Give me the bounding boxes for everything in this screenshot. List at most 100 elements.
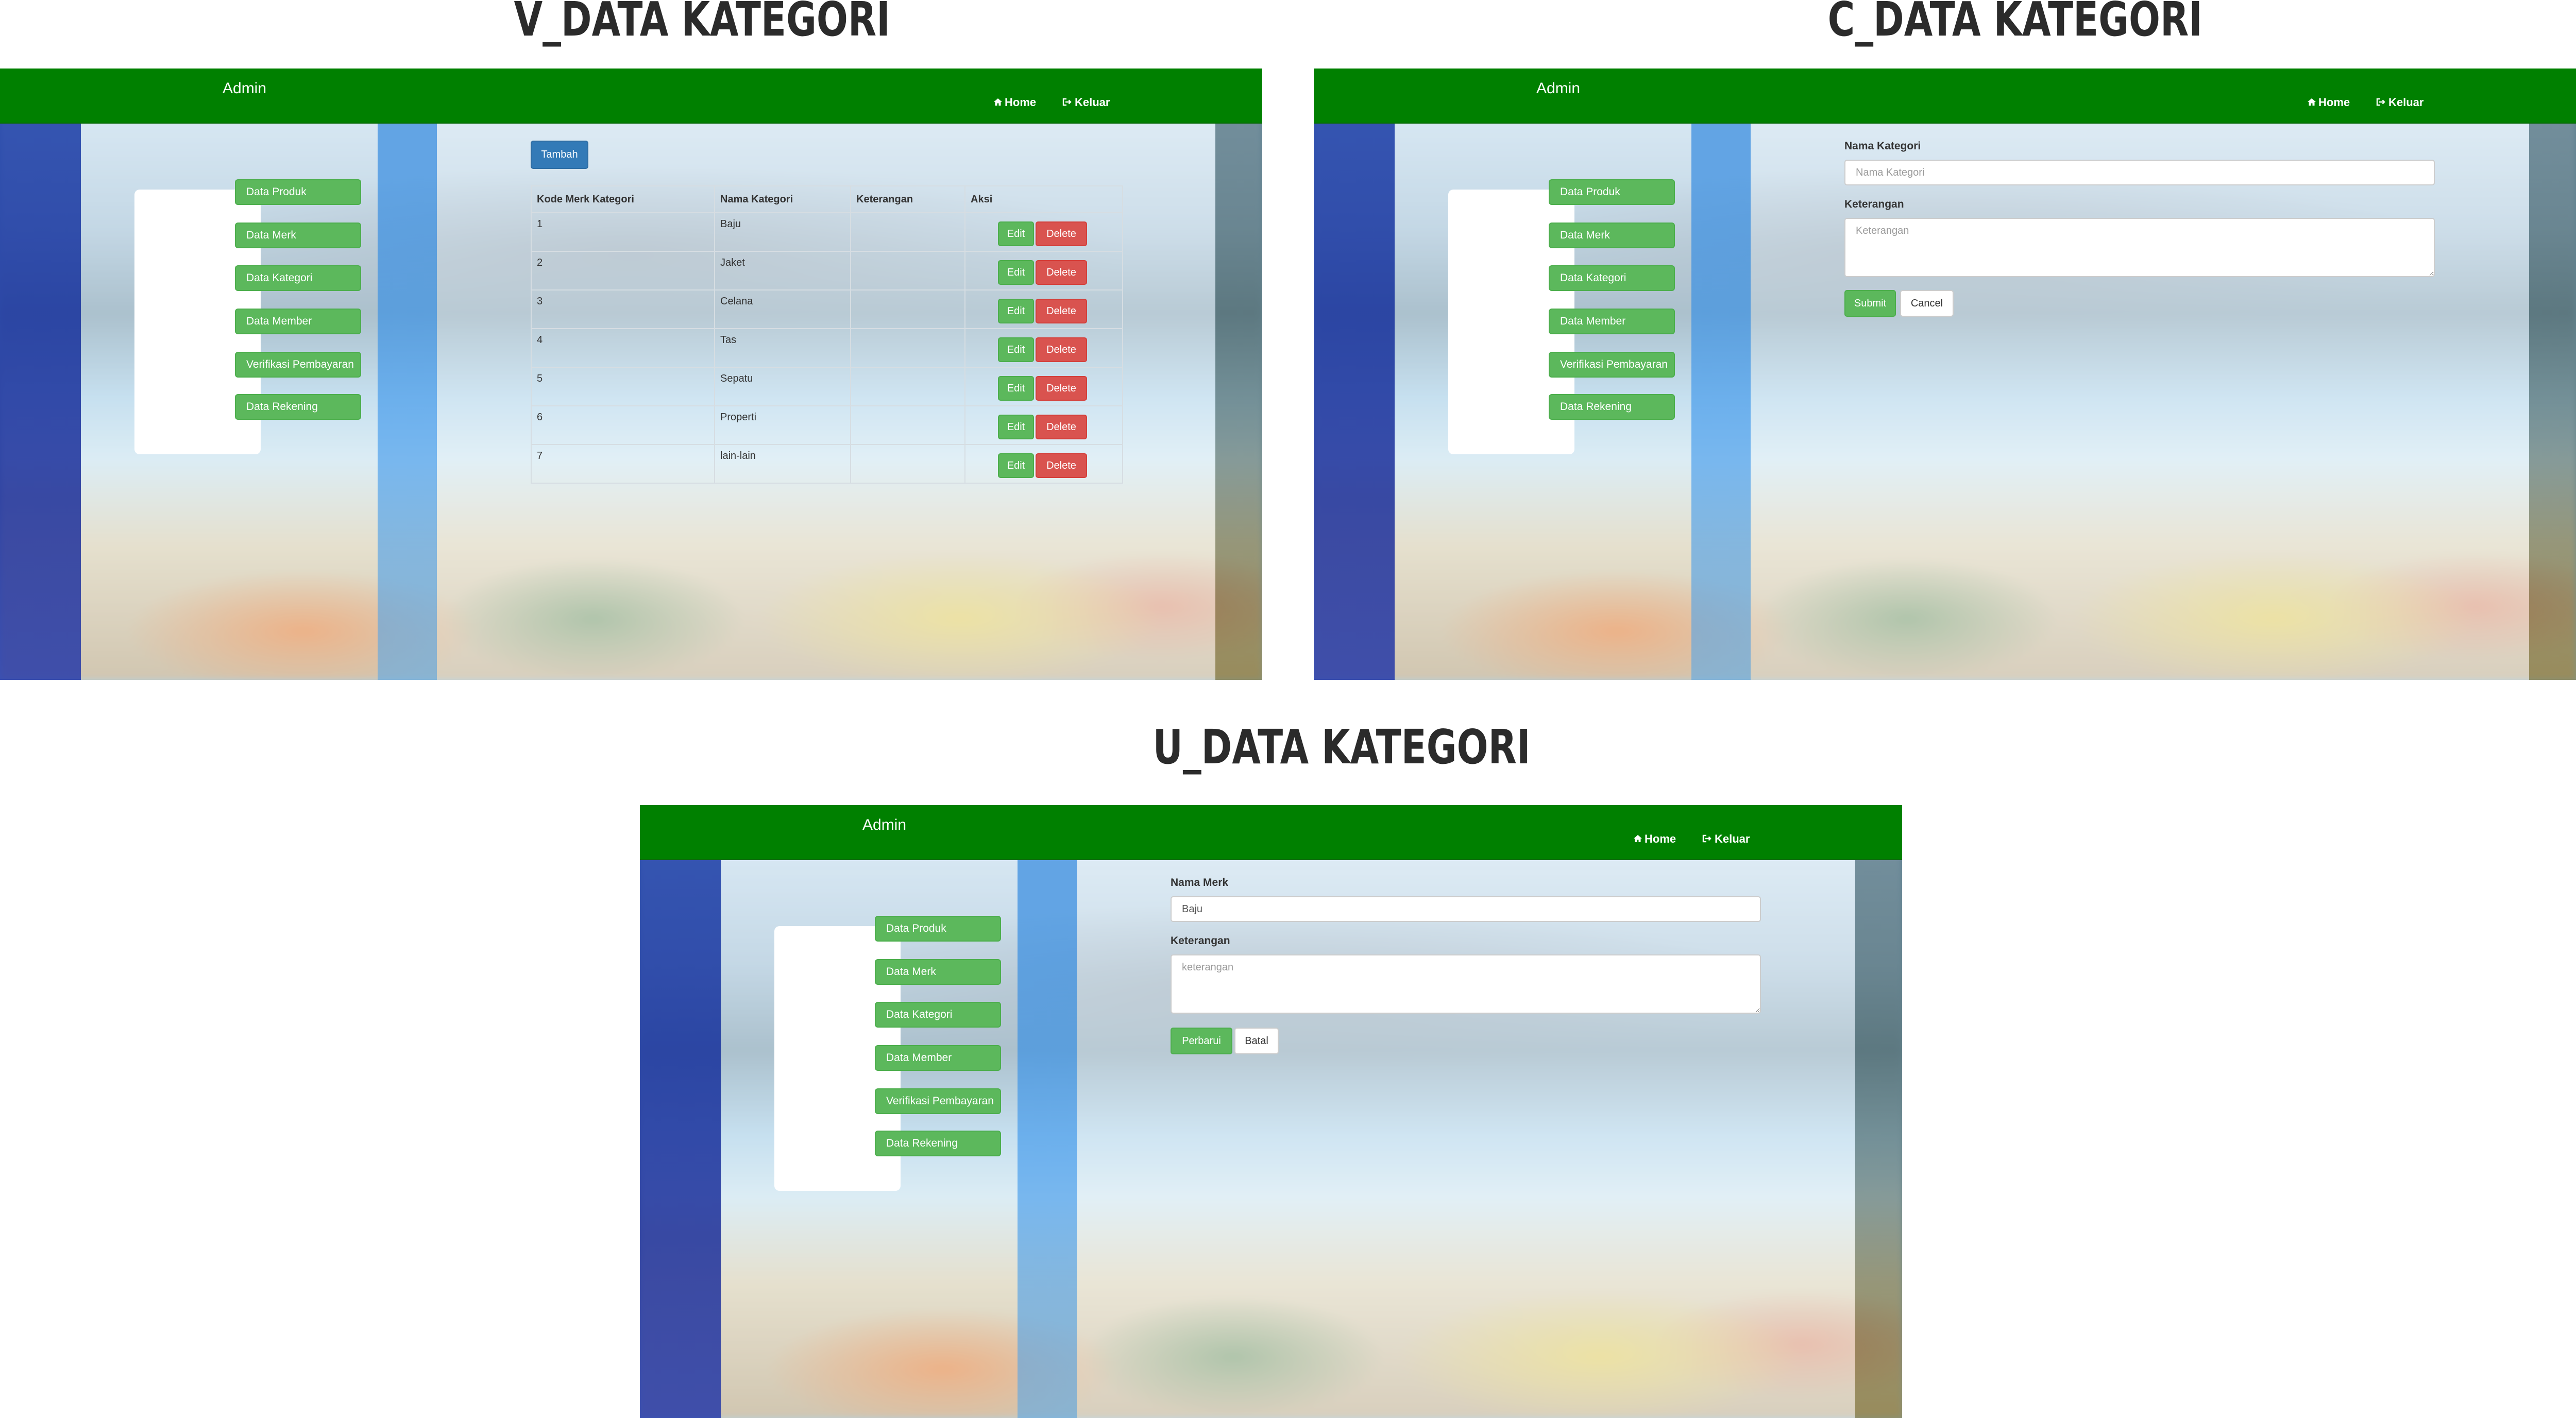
navbar-brand[interactable]: Admin <box>223 80 266 97</box>
cell-nama: lain-lain <box>714 444 851 484</box>
column-header-aksi: Aksi <box>964 185 1123 213</box>
delete-button[interactable]: Delete <box>1036 260 1087 285</box>
cell-nama: Baju <box>714 212 851 252</box>
home-icon <box>993 96 1003 109</box>
sidebar-item-verifikasi-pembayaran[interactable]: Verifikasi Pembayaran <box>235 352 361 378</box>
cell-nama: Sepatu <box>714 367 851 406</box>
cancel-button[interactable]: Cancel <box>1900 290 1954 317</box>
add-category-button[interactable]: Tambah <box>531 141 588 169</box>
delete-button[interactable]: Delete <box>1036 337 1087 362</box>
delete-button[interactable]: Delete <box>1036 376 1087 401</box>
table-row: 1 Baju Edit Delete <box>531 212 1123 252</box>
category-table: Kode Merk Kategori Nama Kategori Keteran… <box>531 185 1123 484</box>
cell-nama: Jaket <box>714 251 851 291</box>
nav-home-link[interactable]: Home <box>993 96 1036 109</box>
column-header-nama: Nama Kategori <box>714 185 851 213</box>
update-button[interactable]: Perbarui <box>1171 1028 1232 1054</box>
keterangan-label: Keterangan <box>1844 198 1904 210</box>
cell-keterangan <box>850 289 965 329</box>
cell-aksi: Edit Delete <box>964 405 1123 445</box>
table-row: 5 Sepatu Edit Delete <box>531 367 1123 406</box>
delete-button[interactable]: Delete <box>1036 453 1087 478</box>
sidebar-item-data-member[interactable]: Data Member <box>1549 309 1675 334</box>
nama-kategori-input[interactable] <box>1844 160 2435 185</box>
sidebar-item-data-member[interactable]: Data Member <box>875 1045 1001 1071</box>
edit-button[interactable]: Edit <box>998 260 1034 285</box>
keterangan-textarea[interactable] <box>1171 954 1761 1014</box>
sidebar-item-data-kategori[interactable]: Data Kategori <box>235 265 361 291</box>
cell-keterangan <box>850 444 965 484</box>
table-header-row: Kode Merk Kategori Nama Kategori Keteran… <box>531 185 1123 213</box>
sidebar-item-data-produk[interactable]: Data Produk <box>1549 179 1675 205</box>
sidebar-item-data-member[interactable]: Data Member <box>235 309 361 334</box>
edit-button[interactable]: Edit <box>998 221 1034 246</box>
home-icon <box>1633 832 1642 846</box>
delete-button[interactable]: Delete <box>1036 415 1087 439</box>
cell-nama: Properti <box>714 405 851 445</box>
cell-nama: Celana <box>714 289 851 329</box>
sidebar-item-data-merk[interactable]: Data Merk <box>235 223 361 248</box>
cell-kode: 4 <box>531 328 715 368</box>
delete-button[interactable]: Delete <box>1036 299 1087 323</box>
keterangan-label: Keterangan <box>1171 935 1230 947</box>
cell-keterangan <box>850 367 965 406</box>
table-row: 2 Jaket Edit Delete <box>531 251 1123 291</box>
sidebar-item-data-merk[interactable]: Data Merk <box>875 959 1001 985</box>
sidebar-item-data-produk[interactable]: Data Produk <box>875 916 1001 942</box>
sidebar-item-data-kategori[interactable]: Data Kategori <box>875 1002 1001 1028</box>
cell-kode: 5 <box>531 367 715 406</box>
navbar: Admin Home Keluar <box>640 805 1902 860</box>
navbar-brand[interactable]: Admin <box>1536 80 1580 97</box>
cell-aksi: Edit Delete <box>964 367 1123 406</box>
cell-aksi: Edit Delete <box>964 444 1123 484</box>
delete-button[interactable]: Delete <box>1036 221 1087 246</box>
cell-keterangan <box>850 251 965 291</box>
screenshot-update-kategori: Admin Home Keluar Data Produk Data Merk … <box>640 805 1902 1418</box>
column-header-keterangan: Keterangan <box>850 185 965 213</box>
edit-button[interactable]: Edit <box>998 376 1034 401</box>
home-icon <box>2307 96 2316 109</box>
table-row: 6 Properti Edit Delete <box>531 405 1123 445</box>
sidebar-item-data-rekening[interactable]: Data Rekening <box>1549 394 1675 420</box>
sidebar-item-data-produk[interactable]: Data Produk <box>235 179 361 205</box>
cell-kode: 1 <box>531 212 715 252</box>
batal-button[interactable]: Batal <box>1234 1028 1279 1054</box>
nav-logout-link[interactable]: Keluar <box>1062 96 1110 109</box>
title-v-data-kategori: V_DATA KATEGORI <box>514 0 890 47</box>
nama-merk-label: Nama Merk <box>1171 877 1229 889</box>
nama-kategori-label: Nama Kategori <box>1844 140 1921 152</box>
sidebar-item-data-kategori[interactable]: Data Kategori <box>1549 265 1675 291</box>
navbar: Admin Home Keluar <box>1314 69 2576 124</box>
nav-home-link[interactable]: Home <box>1633 832 1676 846</box>
nav-logout-link[interactable]: Keluar <box>1702 832 1750 846</box>
column-header-kode: Kode Merk Kategori <box>531 185 715 213</box>
sidebar-item-verifikasi-pembayaran[interactable]: Verifikasi Pembayaran <box>875 1088 1001 1114</box>
submit-button[interactable]: Submit <box>1844 290 1896 317</box>
title-c-data-kategori: C_DATA KATEGORI <box>1827 0 2202 47</box>
sidebar-item-data-rekening[interactable]: Data Rekening <box>235 394 361 420</box>
edit-button[interactable]: Edit <box>998 337 1034 362</box>
sidebar-item-data-rekening[interactable]: Data Rekening <box>875 1131 1001 1156</box>
navbar: Admin Home Keluar <box>0 69 1262 124</box>
logout-icon <box>2376 96 2386 109</box>
cell-aksi: Edit Delete <box>964 251 1123 291</box>
cell-aksi: Edit Delete <box>964 328 1123 368</box>
nama-merk-input[interactable] <box>1171 896 1761 922</box>
cell-nama: Tas <box>714 328 851 368</box>
cell-kode: 6 <box>531 405 715 445</box>
cell-aksi: Edit Delete <box>964 212 1123 252</box>
logout-icon <box>1062 96 1073 109</box>
keterangan-textarea[interactable] <box>1844 218 2435 277</box>
edit-button[interactable]: Edit <box>998 415 1034 439</box>
nav-home-link[interactable]: Home <box>2307 96 2350 109</box>
logout-icon <box>1702 832 1713 846</box>
cell-keterangan <box>850 405 965 445</box>
sidebar-item-verifikasi-pembayaran[interactable]: Verifikasi Pembayaran <box>1549 352 1675 378</box>
sidebar-item-data-merk[interactable]: Data Merk <box>1549 223 1675 248</box>
navbar-brand[interactable]: Admin <box>862 816 906 834</box>
edit-button[interactable]: Edit <box>998 453 1034 478</box>
nav-logout-link[interactable]: Keluar <box>2376 96 2424 109</box>
edit-button[interactable]: Edit <box>998 299 1034 323</box>
screenshot-create-kategori: Admin Home Keluar Data Produk Data Merk … <box>1314 69 2576 680</box>
title-u-data-kategori: U_DATA KATEGORI <box>1153 720 1531 775</box>
